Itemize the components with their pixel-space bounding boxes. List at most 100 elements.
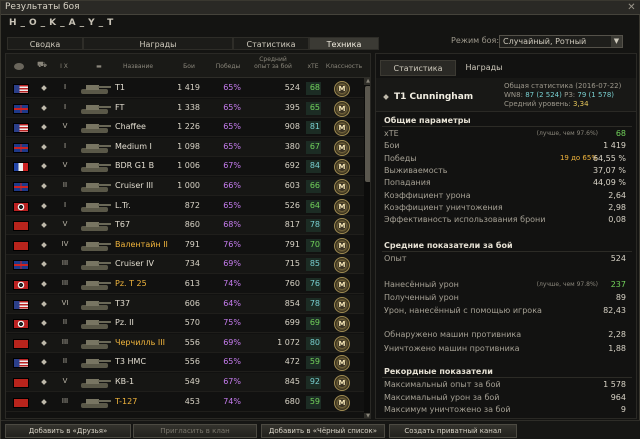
tab-vehicles[interactable]: Техника [309, 37, 379, 50]
tier-label: III [61, 259, 69, 268]
tank-icon [81, 379, 111, 388]
chevron-down-icon[interactable]: ▼ [611, 36, 622, 47]
battles-count: 549 [184, 377, 200, 386]
tank-name: Черчилль III [115, 337, 165, 347]
table-row[interactable]: III Pz. T 25 613 74% 760 76 M [6, 275, 364, 294]
battle-mode-select[interactable]: Случайный, Ротный ▼ [499, 35, 623, 48]
tank-name: T67 [115, 220, 131, 230]
table-row[interactable]: VI T37 606 64% 854 78 M [6, 294, 364, 314]
section-title-avg: Средние показатели за бой [384, 241, 513, 250]
table-row[interactable]: I FT 1 338 65% 395 65 M [6, 98, 364, 118]
table-row[interactable]: II T3 HMC 556 65% 472 59 M [6, 353, 364, 373]
tank-class-icon [41, 143, 47, 150]
table-row[interactable]: V BDR G1 B 1 006 67% 692 84 M [6, 157, 364, 177]
col-xte[interactable]: xTE [302, 63, 324, 70]
tank-sort-icon[interactable]: ▬ [94, 63, 104, 70]
level-sort-icon[interactable]: I X [56, 63, 72, 70]
private-channel-button[interactable]: Создать приватный канал [389, 424, 517, 438]
avg-xp: 395 [284, 102, 300, 112]
stat-value: 2,64 [608, 190, 626, 200]
stat-label: Максимум уничтожено за бой [384, 405, 511, 414]
table-row[interactable]: IV Валентайн II 791 76% 791 70 M [6, 236, 364, 255]
invite-clan-button[interactable]: Пригласить в клан [133, 424, 257, 438]
avg-xp: 845 [284, 377, 300, 386]
stat-label: Бои [384, 141, 400, 151]
wn8-value: 87 (2 524) [525, 91, 562, 99]
tank-name: Pz. T 25 [115, 279, 147, 288]
add-blacklist-button[interactable]: Добавить в «Чёрный список» [261, 424, 385, 438]
table-row[interactable]: II Cruiser III 1 000 66% 603 66 M [6, 177, 364, 196]
scroll-down-icon[interactable]: ▼ [364, 413, 370, 418]
tank-class-icon [41, 222, 47, 229]
stat-row: Опыт 524 [384, 254, 632, 265]
tank-name: КВ-1 [115, 377, 135, 386]
stat-row: Коэффициент уничтожения 2,98 [384, 203, 632, 214]
tank-icon [81, 183, 111, 192]
tank-class-icon [41, 379, 47, 385]
type-sort-icon[interactable]: ⛟ [34, 61, 50, 69]
scroll-thumb[interactable] [365, 86, 370, 182]
stat-value: 82,43 [603, 306, 626, 315]
detail-tabs: Статистика Награды [376, 60, 636, 76]
table-row[interactable]: II Pz. II 570 75% 699 69 M [6, 314, 364, 334]
table-row[interactable]: I L.Tr. 872 65% 526 64 M [6, 197, 364, 216]
tier-label: IV [61, 239, 69, 248]
tank-name: BDR G1 B [115, 161, 155, 171]
table-row[interactable]: V T67 860 68% 817 78 M [6, 216, 364, 236]
scroll-up-icon[interactable]: ▲ [364, 78, 370, 85]
col-battles[interactable]: Бои [174, 63, 204, 70]
tank-title: T1 Cunningham [394, 92, 474, 102]
tank-icon [81, 143, 111, 153]
xte-value: 81 [309, 122, 320, 132]
tab-awards[interactable]: Награды [83, 37, 233, 50]
table-row[interactable]: V Chaffee 1 226 65% 908 81 M [6, 118, 364, 138]
ussr-flag-icon [13, 221, 29, 232]
vehicles-table: ⛟ I X ▬ Название Бои Победы Средний опыт… [5, 53, 371, 419]
tank-icon [81, 281, 111, 290]
scrollbar[interactable]: ▲ ▼ [364, 78, 370, 418]
col-mastery[interactable]: Классность [324, 63, 364, 70]
avg-xp: 1 072 [277, 337, 300, 347]
nation-sort-icon[interactable] [14, 63, 24, 70]
detail-tab-awards[interactable]: Награды [456, 60, 512, 76]
tank-class-icon [41, 281, 47, 287]
table-row[interactable]: III Cruiser IV 734 69% 715 85 M [6, 255, 364, 275]
avg-xp: 699 [284, 318, 300, 328]
detail-tab-statistics[interactable]: Статистика [380, 60, 456, 76]
mastery-badge-icon: M [334, 316, 350, 333]
tank-class-icon [41, 163, 47, 170]
table-row[interactable]: I T1 1 419 65% 524 68 M [6, 79, 364, 98]
mastery-badge-icon: M [334, 277, 350, 293]
table-row[interactable]: III Черчилль III 556 69% 1 072 80 M [6, 333, 364, 353]
table-row[interactable]: V КВ-1 549 67% 845 92 M [6, 373, 364, 392]
table-row[interactable]: I Medium I 1 098 65% 380 67 M [6, 137, 364, 157]
tank-name: T37 [115, 298, 131, 308]
mastery-badge-icon: M [334, 355, 350, 372]
close-icon[interactable]: ✕ [626, 2, 637, 13]
mastery-badge-icon: M [334, 139, 350, 156]
stat-value: 2,98 [608, 202, 626, 212]
mastery-badge-icon: M [334, 394, 350, 411]
stat-row: Уничтожено машин противника 1,88 [384, 344, 632, 355]
avg-xp: 760 [284, 279, 300, 288]
col-wins[interactable]: Победы [212, 63, 244, 70]
tier-label: V [62, 220, 68, 229]
tank-name: Medium I [115, 141, 152, 151]
tab-statistics[interactable]: Статистика [233, 37, 309, 50]
tier-label: I [63, 200, 67, 209]
tab-summary[interactable]: Сводка [7, 37, 83, 50]
tank-icon [81, 104, 111, 114]
add-friend-button[interactable]: Добавить в «Друзья» [5, 424, 131, 438]
usa-flag-icon [13, 123, 29, 134]
xte-value: 64 [309, 200, 320, 210]
avg-level-label: Средний уровень: [504, 100, 571, 108]
col-avg-xp[interactable]: Средний опыт за бой [252, 56, 294, 70]
xte-value: 68 [309, 83, 320, 92]
col-name[interactable]: Название [118, 63, 158, 70]
table-row[interactable]: III T-127 453 74% 680 59 M [6, 393, 364, 412]
avg-level-value: 3,34 [572, 100, 589, 108]
win-rate: 75% [223, 318, 241, 328]
win-rate: 67% [223, 161, 241, 171]
battles-count: 1 000 [177, 181, 200, 190]
r3-value: 79 (1 578) [577, 91, 615, 99]
